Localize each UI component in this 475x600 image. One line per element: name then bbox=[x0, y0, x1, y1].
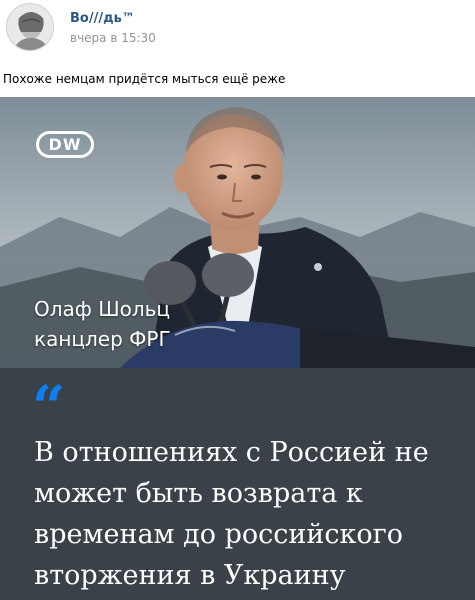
post-image[interactable]: DW Олаф Шольц канцлер ФРГ “ В отношениях… bbox=[0, 97, 475, 600]
quote-mark-icon: “ bbox=[32, 373, 66, 441]
photo: DW Олаф Шольц канцлер ФРГ bbox=[0, 97, 475, 368]
dw-logo: DW bbox=[36, 131, 94, 158]
post-timestamp[interactable]: вчера в 15:30 bbox=[70, 31, 156, 45]
caption-role: канцлер ФРГ bbox=[34, 327, 171, 351]
avatar[interactable] bbox=[6, 3, 54, 51]
avatar-image bbox=[7, 4, 53, 50]
post-header: Во///дь™ вчера в 15:30 bbox=[0, 0, 475, 62]
caption-name: Олаф Шольц bbox=[34, 297, 171, 321]
author-link[interactable]: Во///дь™ bbox=[70, 11, 135, 26]
quote-panel: “ В отношениях с Россией не может быть в… bbox=[0, 368, 475, 600]
post-text: Похоже немцам придётся мыться ещё реже bbox=[3, 72, 286, 86]
quote-text: В отношениях с Россией не может быть воз… bbox=[34, 437, 429, 591]
